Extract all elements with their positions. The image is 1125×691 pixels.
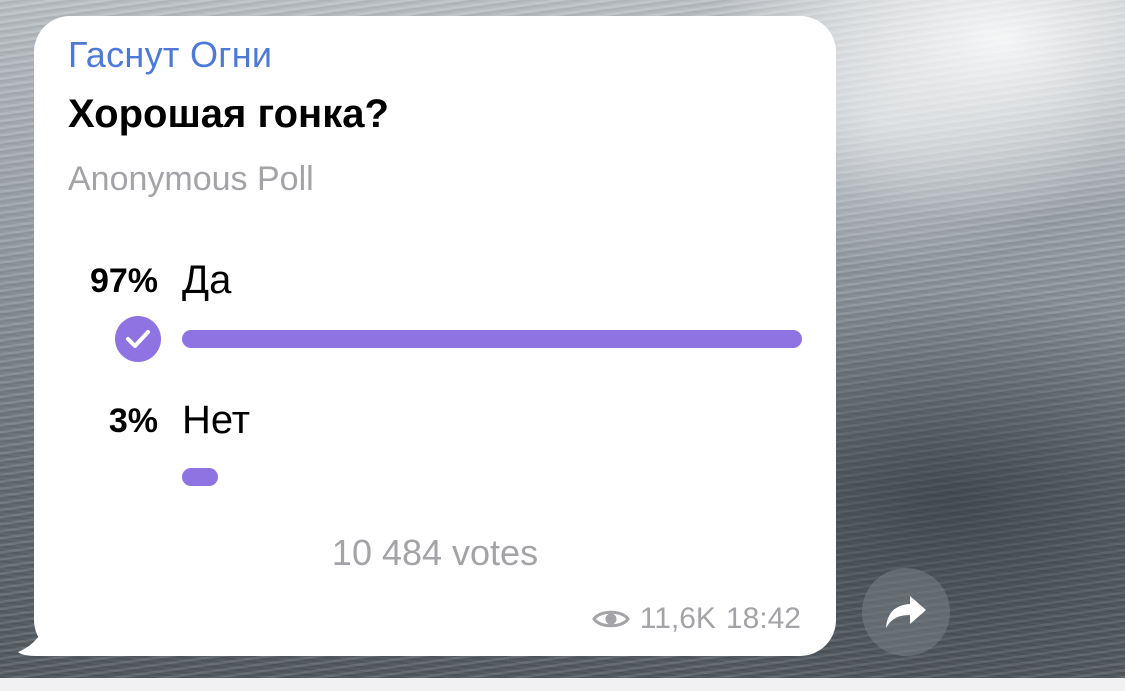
checkmark-icon — [115, 316, 161, 362]
option-yes-result-bar — [182, 330, 802, 348]
message-meta: 11,6K 18:42 — [591, 602, 801, 636]
view-count: 11,6K — [639, 602, 716, 635]
channel-name[interactable]: Гаснут Огни — [68, 34, 272, 76]
share-button[interactable] — [862, 568, 950, 656]
option-yes-percent: 97% — [89, 262, 158, 300]
option-no-label: Нет — [182, 398, 251, 442]
poll-question: Хорошая гонка? — [68, 92, 389, 136]
option-no-percent: 3% — [108, 402, 158, 440]
total-votes[interactable]: 10 484 votes — [34, 532, 836, 574]
option-no-result-bar — [182, 468, 218, 486]
share-arrow-icon — [886, 596, 926, 628]
message-time: 18:42 — [725, 602, 801, 635]
input-bar-edge — [0, 678, 1125, 691]
eye-icon — [591, 610, 630, 628]
poll-type-label: Anonymous Poll — [68, 160, 314, 198]
option-yes-label: Да — [182, 258, 232, 302]
